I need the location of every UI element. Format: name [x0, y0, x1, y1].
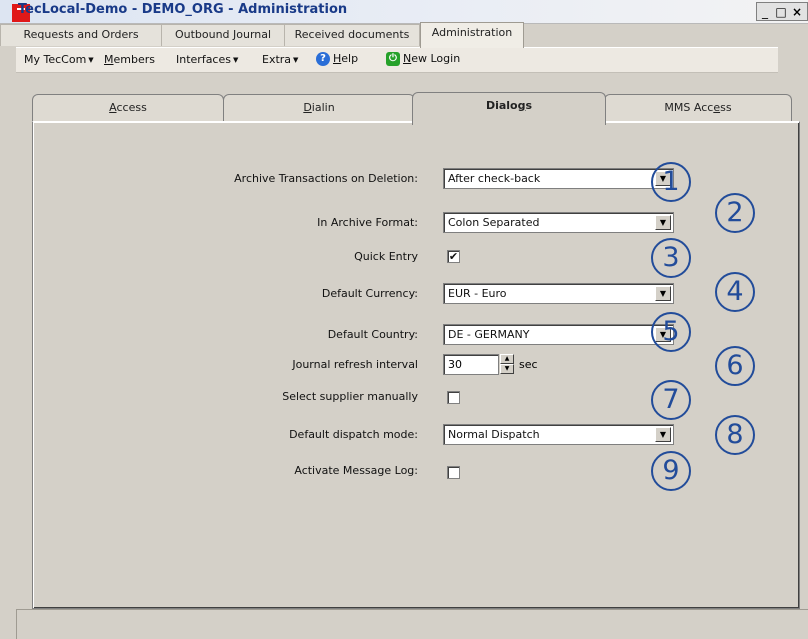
chevron-down-icon[interactable]: ▼ [655, 286, 671, 301]
subtab-dialogs-label-pre: Dialo [485, 99, 518, 112]
spin-down-icon[interactable]: ▼ [500, 364, 514, 374]
dropdown-arrow-icon: ▼ [88, 56, 94, 64]
minimize-button[interactable]: _ [757, 3, 773, 20]
dropdown-arrow-icon: ▼ [293, 56, 299, 64]
menu-interfaces-label: Interfaces [176, 53, 231, 66]
subtab-dialin-label: ialin [311, 101, 335, 114]
journal-refresh-stepper: ▲ ▼ [500, 354, 514, 375]
menu-new-login[interactable]: ⏻ New Login [386, 52, 460, 66]
subtab-dialin-mnemonic: D [303, 101, 312, 114]
default-country-select[interactable]: DE - GERMANY ▼ [443, 324, 674, 345]
spin-up-icon[interactable]: ▲ [500, 354, 514, 364]
default-country-value: DE - GERMANY [448, 328, 530, 341]
default-country-label: Default Country: [327, 328, 418, 341]
chevron-down-icon[interactable]: ▼ [655, 427, 671, 442]
archive-format-select[interactable]: Colon Separated ▼ [443, 212, 674, 233]
menu-new-login-mnemonic: N [403, 52, 412, 65]
archive-on-deletion-value: After check-back [448, 172, 541, 185]
new-login-icon: ⏻ [386, 52, 400, 66]
subtab-mms-access-label-post: ss [720, 101, 732, 114]
subtab-access[interactable]: Access [32, 94, 224, 121]
menu-help[interactable]: ? Help [316, 52, 358, 66]
archive-on-deletion-label: Archive Transactions on Deletion: [234, 172, 418, 185]
main-tab-strip: Requests and Orders Outbound Journal Rec… [0, 22, 808, 48]
select-supplier-checkbox[interactable] [447, 391, 460, 404]
menu-members[interactable]: Members [104, 53, 155, 66]
callout-2: 2 [715, 193, 755, 233]
status-bar [16, 609, 808, 639]
callout-1: 1 [651, 162, 691, 202]
subtab-mms-access-label-pre: MMS Acc [664, 101, 714, 114]
dispatch-mode-value: Normal Dispatch [448, 428, 540, 441]
chevron-down-icon[interactable]: ▼ [655, 215, 671, 230]
callout-4: 4 [715, 272, 755, 312]
title-bar: TecLocal-Demo - DEMO_ORG - Administratio… [0, 0, 808, 24]
menu-interfaces[interactable]: Interfaces ▼ [176, 53, 238, 66]
menu-extra[interactable]: Extra ▼ [262, 53, 298, 66]
tab-administration[interactable]: Administration [420, 22, 524, 48]
menu-my-teccom[interactable]: My TecCom ▼ [24, 53, 94, 66]
subtab-dialogs[interactable]: Dialogs [412, 92, 606, 125]
subtab-mms-access[interactable]: MMS Access [604, 94, 792, 121]
callout-8: 8 [715, 415, 755, 455]
journal-refresh-input[interactable]: 30 [443, 354, 499, 375]
menu-new-login-label: ew Login [411, 52, 461, 65]
subtab-dialin[interactable]: Dialin [223, 94, 415, 121]
message-log-label: Activate Message Log: [294, 464, 418, 477]
menu-members-label: embers [113, 53, 156, 66]
default-currency-select[interactable]: EUR - Euro ▼ [443, 283, 674, 304]
menu-my-teccom-label: My TecCom [24, 53, 87, 66]
dropdown-arrow-icon: ▼ [232, 56, 239, 64]
window-controls: _ □ × [756, 2, 808, 21]
quick-entry-label: Quick Entry [354, 250, 418, 263]
message-log-checkbox[interactable] [447, 466, 460, 479]
tab-received-documents[interactable]: Received documents [284, 24, 420, 46]
callout-3: 3 [651, 238, 691, 278]
journal-refresh-unit: sec [519, 358, 538, 371]
dispatch-mode-select[interactable]: Normal Dispatch ▼ [443, 424, 674, 445]
journal-refresh-label: Journal refresh interval [292, 358, 418, 371]
quick-entry-checkbox[interactable]: ✔ [447, 250, 460, 263]
menu-members-mnemonic: M [104, 53, 114, 66]
callout-5: 5 [651, 312, 691, 352]
default-currency-value: EUR - Euro [448, 287, 507, 300]
menu-bar: My TecCom ▼ Members Interfaces ▼ Extra ▼ ? H… [16, 47, 778, 73]
help-icon: ? [316, 52, 330, 66]
menu-extra-label: Extra [262, 53, 292, 66]
tab-outbound-journal[interactable]: Outbound Journal [161, 24, 285, 46]
subtab-dialogs-label-post: s [525, 99, 533, 112]
tab-requests-and-orders[interactable]: Requests and Orders [0, 24, 162, 46]
select-supplier-label: Select supplier manually [282, 390, 418, 403]
default-currency-label: Default Currency: [321, 287, 418, 300]
window-title: TecLocal-Demo - DEMO_ORG - Administratio… [18, 2, 348, 17]
subtab-access-mnemonic: A [109, 101, 117, 114]
callout-9: 9 [651, 451, 691, 491]
subtab-access-label: ccess [116, 101, 147, 114]
maximize-button[interactable]: □ [773, 3, 789, 20]
archive-on-deletion-select[interactable]: After check-back ▼ [443, 168, 674, 189]
callout-6: 6 [715, 346, 755, 386]
close-button[interactable]: × [789, 3, 805, 20]
archive-format-value: Colon Separated [448, 216, 540, 229]
menu-help-label: elp [341, 52, 359, 65]
archive-format-label: In Archive Format: [317, 216, 418, 229]
callout-7: 7 [651, 380, 691, 420]
dispatch-mode-label: Default dispatch mode: [289, 428, 418, 441]
